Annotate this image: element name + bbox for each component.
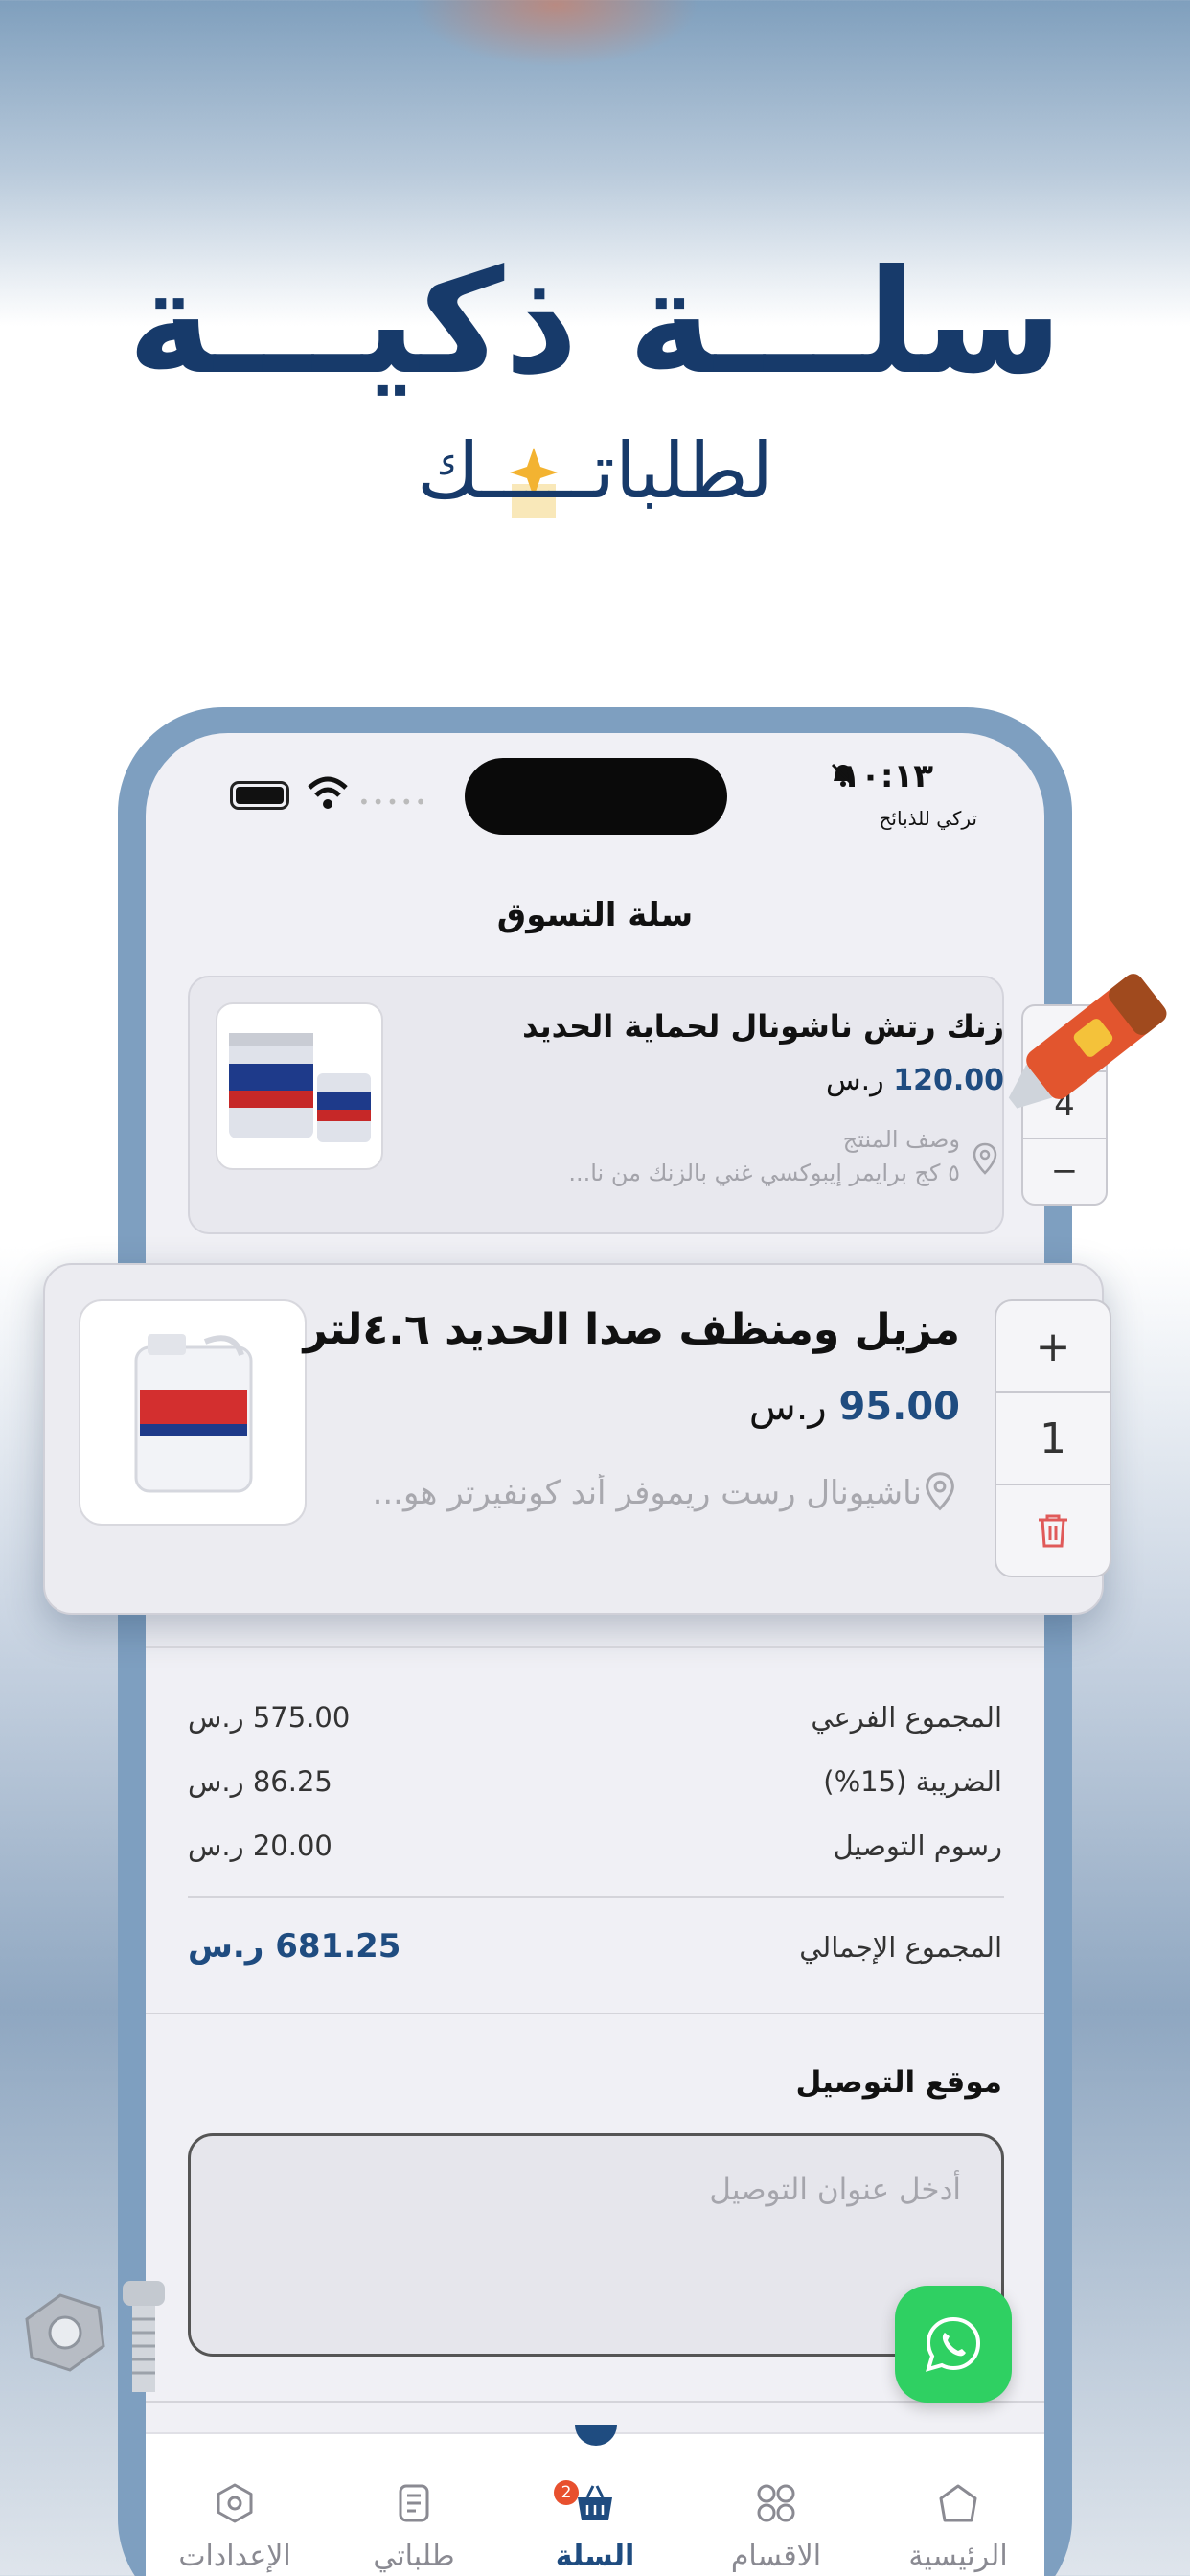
grand-total-value: 681.25 ر.س (188, 1927, 401, 1966)
product-description: ناشيونال رست ريموفر أند كونفيرتر هو... (372, 1474, 922, 1512)
cart-count-badge: 2 (554, 2480, 579, 2505)
signal-dots: ••••• (358, 791, 429, 814)
product-name: مزيل ومنظف صدا الحديد ٤.٦لتر (303, 1305, 960, 1354)
tab-categories[interactable]: الاقسام (695, 2482, 858, 2573)
battery-icon (230, 781, 289, 810)
delivery-fee-label: رسوم التوصيل (833, 1829, 1002, 1862)
product-description-label: وصف المنتج (842, 1126, 960, 1153)
delivery-location-title: موقع التوصيل (795, 2065, 1002, 2100)
status-carrier[interactable]: تركي للذبائح (880, 807, 978, 830)
status-time: ١٠:١٣ (840, 757, 933, 795)
hero-subtitle: لطلباتـــــك (417, 426, 773, 516)
product-image (216, 1002, 383, 1170)
trash-icon (1039, 1514, 1067, 1548)
settings-icon (217, 2483, 253, 2523)
tax-value: 86.25 ر.س (188, 1765, 332, 1798)
product-name: زنك رتش ناشونال لحماية الحديد (522, 1008, 1004, 1045)
decrease-button[interactable]: − (1023, 1139, 1106, 1204)
tab-label: الإعدادات (178, 2540, 291, 2573)
location-pin-icon (973, 1142, 997, 1175)
delivery-fee-value: 20.00 ر.س (188, 1829, 332, 1862)
product-image (79, 1300, 307, 1526)
quantity-stepper: + 1 (995, 1300, 1111, 1577)
currency-label: ر.س (748, 1385, 827, 1429)
tax-label: الضريبة (15%) (823, 1765, 1002, 1798)
divider (188, 1896, 1004, 1898)
location-pin-icon (926, 1472, 954, 1511)
tab-settings[interactable]: الإعدادات (153, 2482, 316, 2573)
product-price: 120.00 ر.س (826, 1064, 1004, 1097)
tab-label: الاقسام (730, 2540, 822, 2573)
whatsapp-button[interactable] (895, 2286, 1012, 2403)
decorative-blur (412, 0, 699, 67)
increase-button[interactable]: + (996, 1301, 1110, 1393)
price-amount: 95.00 (838, 1385, 960, 1429)
tab-label: طلباتي (373, 2540, 455, 2573)
dynamic-island (465, 758, 727, 835)
divider (146, 1646, 1044, 1648)
subtotal-value: 575.00 ر.س (188, 1701, 351, 1734)
tab-home[interactable]: الرئيسية (877, 2482, 1040, 2573)
tab-label: الرئيسية (908, 2540, 1008, 2573)
grand-total-label: المجموع الإجمالي (799, 1931, 1002, 1964)
wifi-icon (308, 776, 348, 809)
grid-icon (757, 2484, 795, 2522)
currency-label: ر.س (826, 1064, 884, 1097)
product-description: ٥ كج برايمر إيبوكسي غني بالزنك من نا... (568, 1160, 960, 1186)
delivery-address-input[interactable]: أدخل عنوان التوصيل (188, 2133, 1004, 2357)
quantity-value: 1 (996, 1393, 1110, 1485)
delete-button[interactable] (996, 1485, 1110, 1576)
divider (146, 2012, 1044, 2014)
tab-label: السلة (555, 2540, 635, 2573)
utility-knife-icon (1008, 974, 1167, 1109)
tab-orders[interactable]: طلباتي (332, 2482, 495, 2573)
address-placeholder: أدخل عنوان التوصيل (709, 2173, 961, 2207)
basket-icon (578, 2485, 612, 2520)
tab-cart[interactable]: السلة (514, 2482, 676, 2573)
subtotal-label: المجموع الفرعي (811, 1701, 1002, 1734)
orders-icon (399, 2484, 429, 2522)
hero-title: سلـــة ذكيـــة (127, 240, 1063, 406)
whatsapp-icon (926, 2316, 981, 2372)
product-price: 95.00 ر.س (749, 1385, 960, 1429)
divider (146, 2401, 1044, 2403)
home-icon (939, 2484, 977, 2522)
nut-and-bolt-icon (25, 2281, 165, 2392)
page-title: سلة التسوق (496, 896, 694, 934)
